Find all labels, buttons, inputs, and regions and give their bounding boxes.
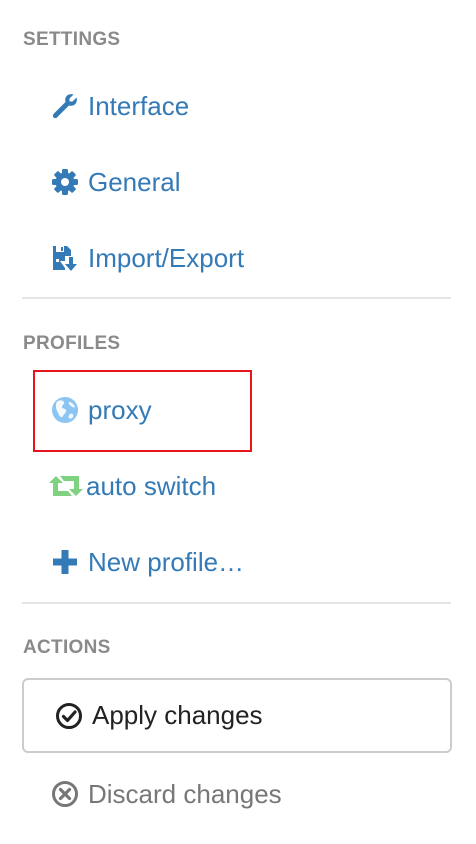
nav-item-label: Import/Export [88, 242, 245, 273]
nav-item-general[interactable]: General [50, 162, 181, 202]
nav-item-label: General [88, 166, 181, 197]
save-import-icon [50, 243, 80, 273]
wrench-icon [50, 91, 80, 121]
nav-item-label: New profile… [88, 546, 245, 577]
profiles-header: PROFILES [23, 333, 121, 354]
gear-icon [50, 167, 80, 197]
plus-icon [50, 547, 80, 577]
options-sidebar: SETTINGS Interface General Import/Export… [0, 0, 476, 844]
nav-item-interface[interactable]: Interface [50, 86, 189, 126]
close-circle-icon [50, 779, 80, 809]
nav-item-auto-switch[interactable]: auto switch [48, 466, 217, 506]
divider [22, 297, 451, 299]
apply-changes-label: Apply changes [92, 700, 263, 730]
divider [22, 602, 451, 604]
nav-item-proxy[interactable]: proxy [50, 390, 152, 430]
nav-item-import-export[interactable]: Import/Export [50, 238, 244, 278]
check-circle-icon [54, 701, 84, 731]
settings-header: SETTINGS [23, 29, 121, 50]
globe-icon [50, 395, 80, 425]
apply-changes-button[interactable]: Apply changes [22, 678, 452, 753]
new-profile-button[interactable]: New profile… [50, 542, 244, 582]
nav-item-label: Interface [88, 90, 190, 121]
actions-header: ACTIONS [23, 637, 111, 658]
retweet-icon [48, 471, 84, 501]
discard-changes-button[interactable]: Discard changes [50, 774, 282, 814]
nav-item-label: auto switch [86, 470, 217, 501]
discard-changes-label: Discard changes [88, 778, 282, 809]
nav-item-label: proxy [88, 394, 152, 425]
